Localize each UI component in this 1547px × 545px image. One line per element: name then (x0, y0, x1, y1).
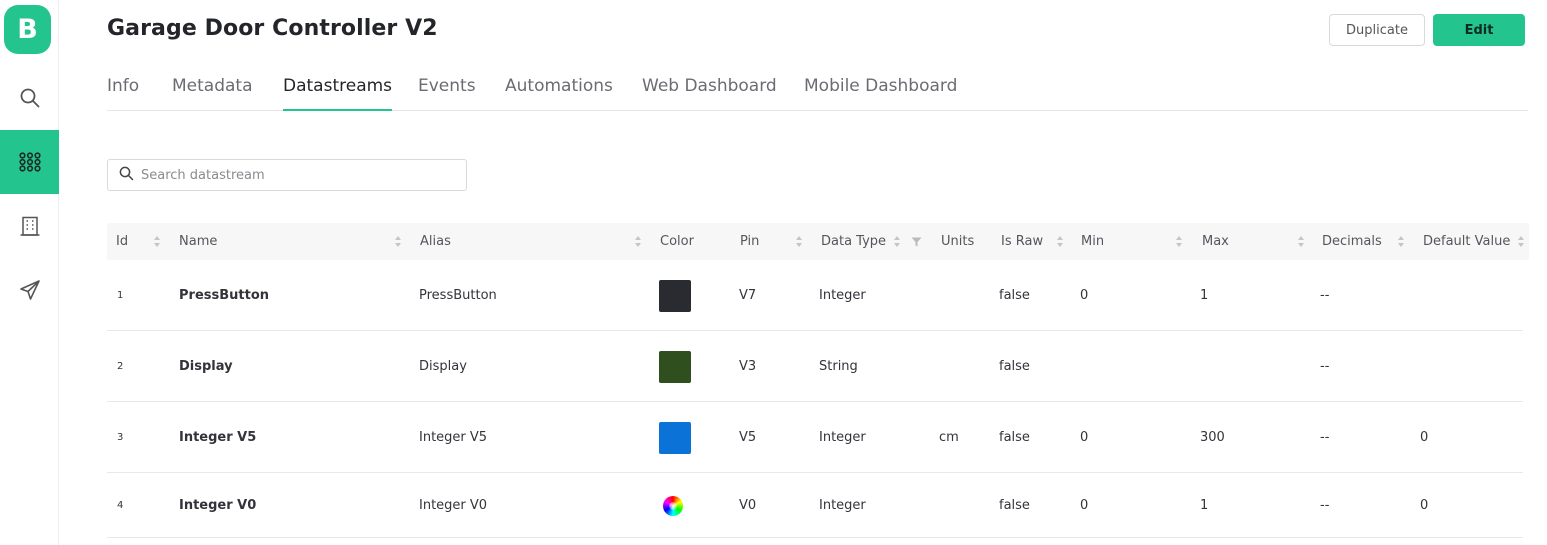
duplicate-button[interactable]: Duplicate (1329, 14, 1425, 46)
sidebar-item-templates[interactable] (0, 130, 59, 194)
search-icon (108, 166, 141, 185)
sort-icon[interactable] (1056, 235, 1064, 248)
row-default-value: 0 (1420, 498, 1429, 513)
send-icon (19, 279, 41, 301)
tab-web-dashboard[interactable]: Web Dashboard (642, 76, 777, 111)
row-min: 0 (1080, 498, 1089, 513)
row-pin: V3 (739, 359, 757, 374)
column-header-data-type[interactable]: Data Type (821, 223, 886, 260)
table-header: Id Name Alias Color Pin Data Type Units … (107, 223, 1529, 260)
column-header-max[interactable]: Max (1202, 223, 1229, 260)
row-alias: PressButton (419, 288, 497, 303)
sort-icon[interactable] (1517, 235, 1525, 248)
color-swatch (659, 279, 691, 312)
search-icon (19, 87, 41, 109)
row-name[interactable]: Integer V5 (179, 402, 256, 473)
row-decimals: -- (1320, 288, 1330, 303)
grid-icon (18, 152, 41, 172)
row-id: 2 (117, 361, 124, 372)
row-min: 0 (1080, 288, 1089, 303)
sort-icon[interactable] (893, 235, 901, 248)
row-data-type: String (819, 359, 858, 374)
row-data-type: Integer (819, 498, 866, 513)
row-id: 1 (117, 290, 124, 301)
column-header-name[interactable]: Name (179, 223, 217, 260)
sort-icon[interactable] (1297, 235, 1305, 248)
row-max: 1 (1200, 288, 1209, 303)
sort-icon[interactable] (394, 235, 402, 248)
column-header-default-value[interactable]: Default Value (1423, 223, 1510, 260)
row-is-raw: false (999, 498, 1030, 513)
row-default-value: 0 (1420, 430, 1429, 445)
row-pin: V5 (739, 430, 757, 445)
row-units: cm (939, 430, 959, 445)
row-pin: V7 (739, 288, 757, 303)
row-alias: Integer V0 (419, 498, 488, 513)
color-swatch (659, 350, 691, 383)
building-icon (19, 215, 41, 237)
tab-automations[interactable]: Automations (505, 76, 613, 111)
search-box (107, 159, 467, 191)
column-header-decimals[interactable]: Decimals (1322, 223, 1382, 260)
tab-info[interactable]: Info (107, 76, 139, 111)
logo-letter: B (17, 14, 38, 45)
column-header-alias[interactable]: Alias (420, 223, 451, 260)
row-is-raw: false (999, 359, 1030, 374)
row-data-type: Integer (819, 288, 866, 303)
table-row[interactable]: 4 Integer V0 Integer V0 V0 Integer false… (107, 473, 1523, 538)
column-header-min[interactable]: Min (1081, 223, 1104, 260)
row-name[interactable]: PressButton (179, 260, 269, 331)
column-header-color: Color (660, 234, 694, 249)
tab-bar: Info Metadata Datastreams Events Automat… (107, 72, 1528, 111)
row-is-raw: false (999, 288, 1030, 303)
sort-icon[interactable] (1175, 235, 1183, 248)
tab-events[interactable]: Events (418, 76, 476, 111)
tab-datastreams[interactable]: Datastreams (283, 76, 393, 111)
row-alias: Display (419, 359, 467, 374)
row-is-raw: false (999, 430, 1030, 445)
sort-icon[interactable] (795, 235, 803, 248)
sort-icon[interactable] (153, 235, 161, 248)
sort-icon[interactable] (1397, 235, 1405, 248)
search-input[interactable] (141, 167, 441, 183)
row-color (659, 260, 691, 331)
tab-mobile-dashboard[interactable]: Mobile Dashboard (804, 76, 957, 111)
row-id: 4 (117, 500, 124, 511)
edit-button[interactable]: Edit (1433, 14, 1525, 46)
row-max: 300 (1200, 430, 1225, 445)
row-alias: Integer V5 (419, 430, 488, 445)
row-max: 1 (1200, 498, 1209, 513)
table-row[interactable]: 2 Display Display V3 String false -- (107, 331, 1523, 402)
sidebar-item-search[interactable] (0, 66, 59, 130)
row-pin: V0 (739, 498, 757, 513)
table-row[interactable]: 3 Integer V5 Integer V5 V5 Integer cm fa… (107, 402, 1523, 473)
row-name[interactable]: Integer V0 (179, 473, 256, 538)
logo[interactable]: B (4, 5, 51, 54)
row-color (659, 331, 691, 402)
sidebar: B (0, 0, 59, 545)
row-color (659, 402, 691, 473)
color-wheel-icon (663, 495, 683, 516)
row-data-type: Integer (819, 430, 866, 445)
column-header-pin[interactable]: Pin (740, 223, 759, 260)
filter-icon[interactable] (911, 237, 922, 247)
sort-icon[interactable] (634, 235, 642, 248)
column-header-id[interactable]: Id (116, 223, 128, 260)
sidebar-item-organizations[interactable] (0, 194, 59, 258)
row-name[interactable]: Display (179, 331, 233, 402)
table-row[interactable]: 1 PressButton PressButton V7 Integer fal… (107, 260, 1523, 331)
column-header-units: Units (941, 234, 975, 249)
column-header-is-raw[interactable]: Is Raw (1001, 223, 1043, 260)
row-id: 3 (117, 432, 124, 443)
row-decimals: -- (1320, 498, 1330, 513)
row-color (663, 473, 683, 538)
row-decimals: -- (1320, 359, 1330, 374)
tab-metadata[interactable]: Metadata (172, 76, 253, 111)
row-decimals: -- (1320, 430, 1330, 445)
page-title: Garage Door Controller V2 (107, 16, 438, 41)
color-swatch (659, 421, 691, 454)
row-min: 0 (1080, 430, 1089, 445)
sidebar-item-send[interactable] (0, 258, 59, 322)
